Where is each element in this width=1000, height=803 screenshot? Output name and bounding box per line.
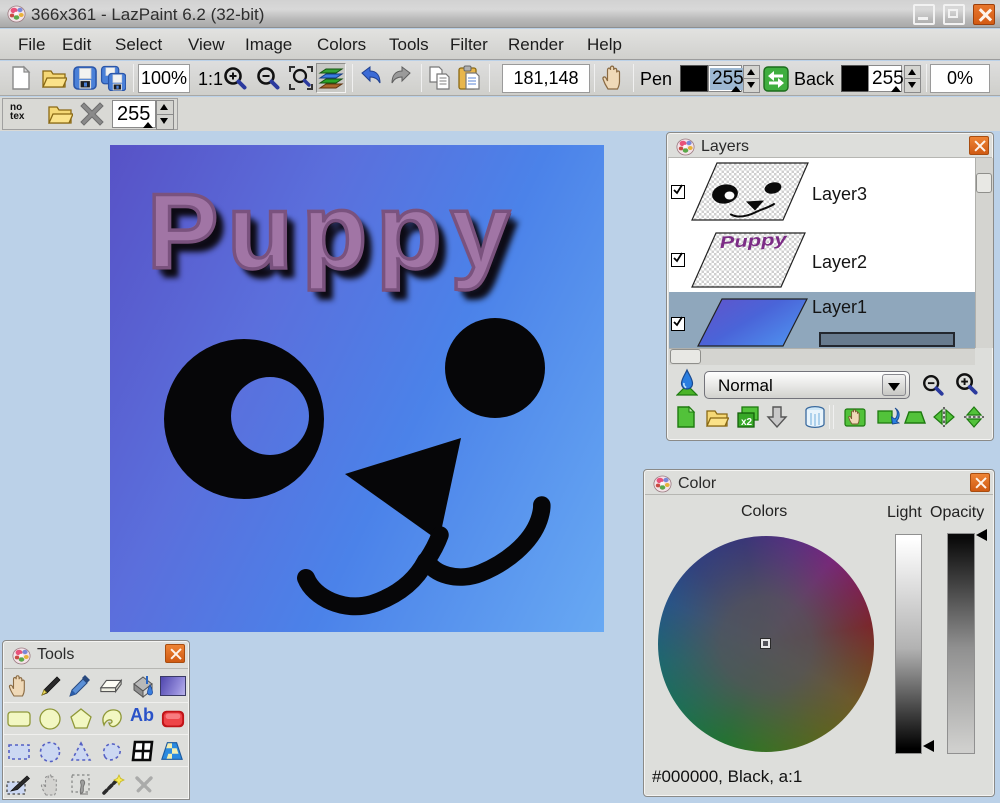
svg-text:x2: x2: [741, 417, 753, 428]
svg-text:Puppy: Puppy: [719, 230, 788, 252]
